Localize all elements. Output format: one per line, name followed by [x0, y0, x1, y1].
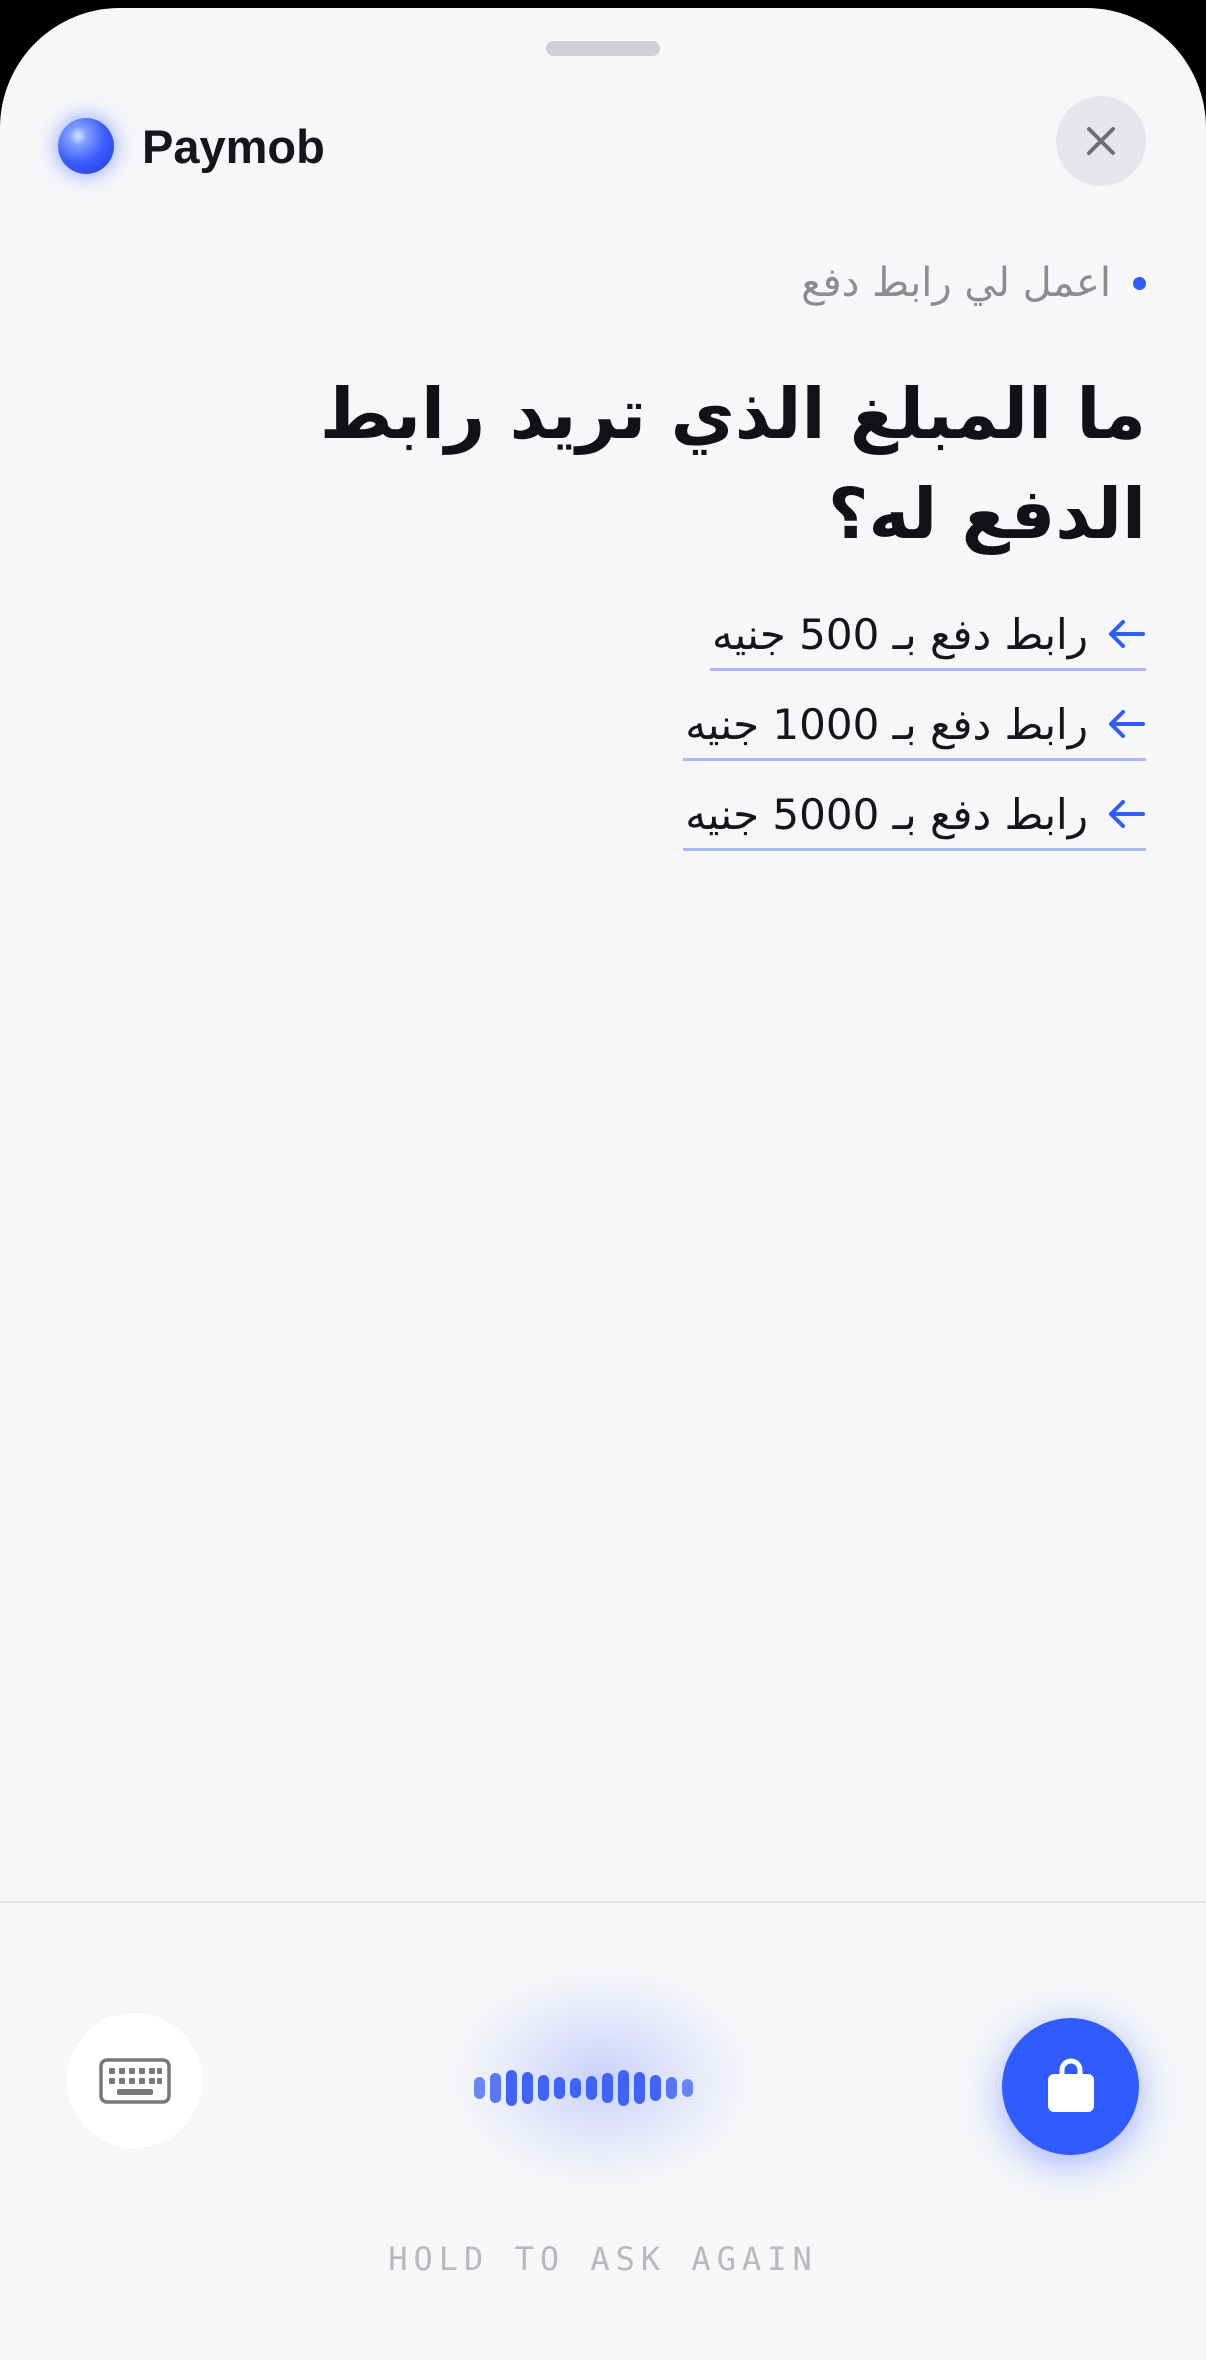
waveform-bar	[666, 2077, 677, 2099]
hold-to-ask-label: HOLD TO ASK AGAIN	[388, 2240, 818, 2278]
arrow-left-icon	[1106, 798, 1146, 830]
footer-divider	[0, 1901, 1206, 1903]
assistant-sheet: Paymob اعمل لي رابط دفع ما المبلغ الذي ت…	[0, 8, 1206, 2360]
waveform-bar	[474, 2077, 485, 2099]
waveform-bar	[554, 2077, 565, 2099]
user-prompt-text: اعمل لي رابط دفع	[801, 260, 1111, 306]
waveform-bar	[522, 2072, 533, 2104]
suggestion-label: رابط دفع بـ 5000 جنيه	[685, 789, 1088, 839]
suggestion-label: رابط دفع بـ 1000 جنيه	[685, 699, 1088, 749]
brand-header: Paymob	[58, 112, 325, 180]
waveform-bar	[602, 2073, 613, 2103]
waveform-bar	[506, 2070, 517, 2106]
waveform-bar	[570, 2078, 581, 2098]
shopping-bag-button[interactable]	[1002, 2018, 1139, 2155]
waveform-bar	[586, 2076, 597, 2100]
keyboard-icon	[98, 2057, 171, 2104]
suggestion-label: رابط دفع بـ 500 جنيه	[711, 609, 1088, 659]
arrow-left-icon	[1106, 708, 1146, 740]
voice-waveform-button[interactable]	[474, 2048, 693, 2128]
waveform-bar	[682, 2079, 693, 2097]
suggestion-1000[interactable]: رابط دفع بـ 1000 جنيه	[683, 690, 1146, 761]
shopping-bag-icon	[1047, 2058, 1094, 2112]
blue-orb-logo-icon	[58, 118, 114, 174]
user-prompt: اعمل لي رابط دفع	[801, 260, 1146, 306]
assistant-question: ما المبلغ الذي تريد رابط الدفع له؟	[319, 373, 1146, 555]
waveform-bar	[650, 2075, 661, 2101]
sheet-grabber-handle[interactable]	[546, 41, 660, 56]
close-button[interactable]	[1056, 96, 1146, 186]
prompt-bullet-icon	[1133, 276, 1146, 290]
suggestion-500[interactable]: رابط دفع بـ 500 جنيه	[709, 600, 1146, 671]
waveform-bar	[634, 2072, 645, 2104]
suggestion-list: رابط دفع بـ 500 جنيه رابط دفع بـ 1000 جن…	[683, 600, 1146, 870]
suggestion-5000[interactable]: رابط دفع بـ 5000 جنيه	[683, 780, 1146, 851]
waveform-bar	[538, 2075, 549, 2101]
arrow-left-icon	[1106, 618, 1146, 650]
keyboard-button[interactable]	[67, 2013, 202, 2148]
brand-name: Paymob	[142, 119, 325, 173]
close-icon	[1087, 127, 1115, 155]
waveform-bar	[618, 2070, 629, 2106]
waveform-bar	[490, 2073, 501, 2103]
